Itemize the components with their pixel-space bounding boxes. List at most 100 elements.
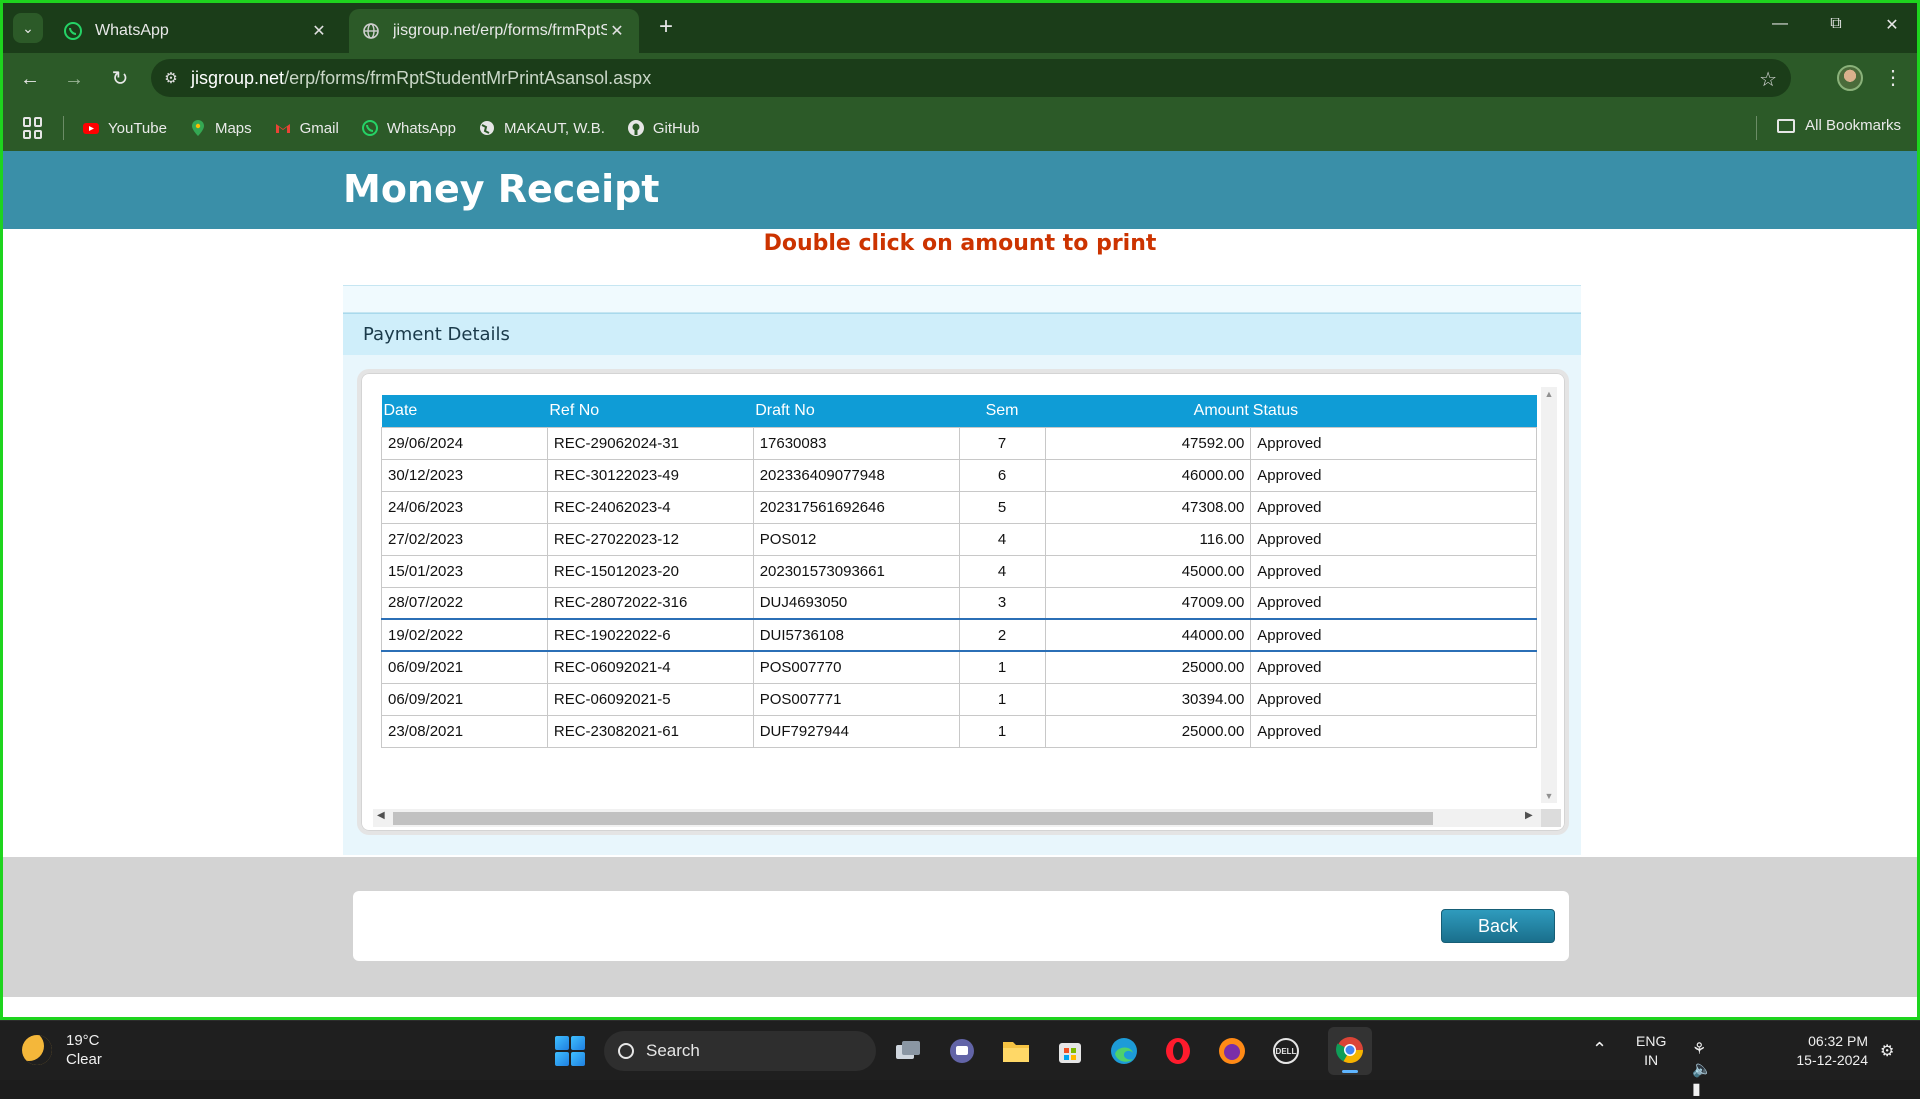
back-arrow-icon[interactable]: ← [15,65,45,93]
minimize-icon[interactable]: — [1765,15,1795,39]
back-button[interactable]: Back [1441,909,1555,943]
amount-cell[interactable]: 46000.00 [1044,458,1252,492]
column-header-date[interactable]: Date [381,395,548,427]
table-row[interactable]: 15/01/2023 REC-15012023-20 202301573093661… [381,554,1537,588]
microsoft-store-icon[interactable] [1052,1033,1088,1069]
reload-icon[interactable]: ↻ [105,65,135,93]
taskbar-clock[interactable]: 06:32 PM 15-12-2024 [1784,1032,1868,1070]
edge-icon[interactable] [1106,1033,1142,1069]
table-row[interactable]: 29/06/2024 REC-29062024-31 17630083 7 47592.… [381,426,1537,460]
teams-chat-icon[interactable] [944,1033,980,1069]
column-header-amount[interactable]: Amount [1045,395,1251,427]
amount-cell[interactable]: 45000.00 [1044,554,1252,588]
taskbar-search[interactable]: Search [604,1031,876,1071]
weather-widget[interactable]: 19°C Clear [22,1031,102,1069]
amount-cell[interactable]: 25000.00 [1044,650,1252,684]
column-header-draft[interactable]: Draft No [753,395,960,427]
tab-erp[interactable]: jisgroup.net/erp/forms/frmRptS ✕ [349,9,639,53]
scroll-down-icon[interactable]: ▼ [1541,791,1557,801]
payment-table: Date Ref No Draft No Sem Amount Status 2… [381,395,1537,748]
horizontal-scrollbar[interactable]: ◀ ▶ [373,809,1561,827]
table-row[interactable]: 23/08/2021 REC-23082021-61 DUF7927944 1 2500… [381,714,1537,748]
date-cell: 15/01/2023 [381,554,548,588]
clock-time: 06:32 PM [1808,1033,1868,1049]
vertical-scrollbar[interactable]: ▲ ▼ [1541,387,1557,803]
amount-cell[interactable]: 44000.00 [1044,618,1252,652]
bookmark-label: YouTube [108,119,167,137]
column-header-status[interactable]: Status [1250,395,1537,427]
chrome-taskbar-button[interactable] [1328,1027,1372,1075]
ref-cell: REC-27022023-12 [546,522,754,556]
scroll-up-icon[interactable]: ▲ [1541,389,1557,399]
forward-arrow-icon[interactable]: → [59,65,89,93]
sem-cell: 3 [958,586,1046,620]
table-body: 29/06/2024 REC-29062024-31 17630083 7 47592.… [381,426,1537,748]
dell-icon[interactable]: DELL [1268,1033,1304,1069]
status-cell: Approved [1250,586,1537,620]
sem-cell: 1 [958,650,1046,684]
language-indicator[interactable]: ENG IN [1636,1032,1666,1070]
task-view-icon[interactable] [890,1033,926,1069]
tab-whatsapp[interactable]: WhatsApp ✕ [51,9,341,53]
amount-cell[interactable]: 25000.00 [1044,714,1252,748]
table-row[interactable]: 30/12/2023 REC-30122023-49 202336409077948… [381,458,1537,492]
gmail-icon [274,119,292,137]
horizontal-scroll-thumb[interactable] [393,812,1433,825]
column-header-sem[interactable]: Sem [959,395,1045,427]
site-info-icon[interactable]: ⚙ [151,69,191,87]
opera-icon[interactable] [1160,1033,1196,1069]
bookmark-github[interactable]: GitHub [627,119,700,137]
amount-cell[interactable]: 30394.00 [1044,682,1252,716]
all-bookmarks-button[interactable]: All Bookmarks [1777,117,1901,134]
scroll-right-icon[interactable]: ▶ [1525,810,1533,821]
new-tab-button[interactable]: + [651,13,681,43]
table-row[interactable]: 24/06/2023 REC-24062023-4 202317561692646 5… [381,490,1537,524]
table-row[interactable]: 19/02/2022 REC-19022022-6 DUI5736108 2 44000… [381,618,1537,652]
file-explorer-icon[interactable] [998,1033,1034,1069]
url-domain: jisgroup.net [191,67,285,88]
bookmark-gmail[interactable]: Gmail [274,119,339,137]
firefox-icon[interactable] [1214,1033,1250,1069]
search-label: Search [646,1041,700,1060]
address-bar[interactable]: ⚙ jisgroup.net/erp/forms/frmRptStudentMr… [151,59,1791,97]
whatsapp-icon [361,119,379,137]
close-icon[interactable]: ✕ [607,21,627,41]
table-row[interactable]: 28/07/2022 REC-28072022-316 DUJ4693050 3 470… [381,586,1537,620]
sem-cell: 5 [958,490,1046,524]
amount-cell[interactable]: 116.00 [1044,522,1252,556]
bookmark-makaut[interactable]: MAKAUT, W.B. [478,119,605,137]
table-row[interactable]: 06/09/2021 REC-06092021-4 POS007770 1 25000.… [381,650,1537,684]
chevron-up-icon[interactable]: ⌃ [1592,1039,1607,1060]
close-window-icon[interactable]: ✕ [1877,15,1907,39]
apps-icon[interactable] [23,117,45,139]
restore-icon[interactable]: ⧉ [1821,15,1851,39]
bookmark-maps[interactable]: Maps [189,119,252,137]
table-row[interactable]: 27/02/2023 REC-27022023-12 POS012 4 116.00 Ap… [381,522,1537,556]
bookmark-whatsapp[interactable]: WhatsApp [361,119,456,137]
windows-start-icon[interactable] [552,1033,588,1069]
amount-cell[interactable]: 47592.00 [1044,426,1252,460]
svg-text:DELL: DELL [1276,1047,1297,1056]
bookmark-label: Maps [214,119,252,137]
sem-cell: 2 [958,618,1046,652]
page-header: Money Receipt [3,151,1917,229]
chrome-icon [1336,1037,1364,1064]
payment-panel: Payment Details Date Ref No Draft No Sem… [343,285,1581,855]
scroll-left-icon[interactable]: ◀ [377,810,385,821]
weather-temp: 19°C [66,1032,100,1049]
profile-avatar[interactable] [1837,65,1863,91]
bookmark-star-icon[interactable]: ☆ [1759,67,1777,92]
column-header-ref[interactable]: Ref No [547,395,754,427]
amount-cell[interactable]: 47009.00 [1044,586,1252,620]
ref-cell: REC-23082021-61 [546,714,754,748]
notification-bell-icon[interactable]: ⚙ [1880,1041,1894,1061]
bookmark-youtube[interactable]: YouTube [82,119,167,137]
menu-icon[interactable]: ⋮ [1883,65,1903,90]
table-row[interactable]: 06/09/2021 REC-06092021-5 POS007771 1 30394.… [381,682,1537,716]
close-icon[interactable]: ✕ [309,21,329,41]
draft-cell: DUI5736108 [752,618,960,652]
system-status-icons[interactable]: ⚘ 🔈 ▮ [1692,1039,1722,1099]
tab-search-button[interactable]: ⌄ [13,13,43,43]
amount-cell[interactable]: 47308.00 [1044,490,1252,524]
scroll-corner [1541,809,1561,827]
